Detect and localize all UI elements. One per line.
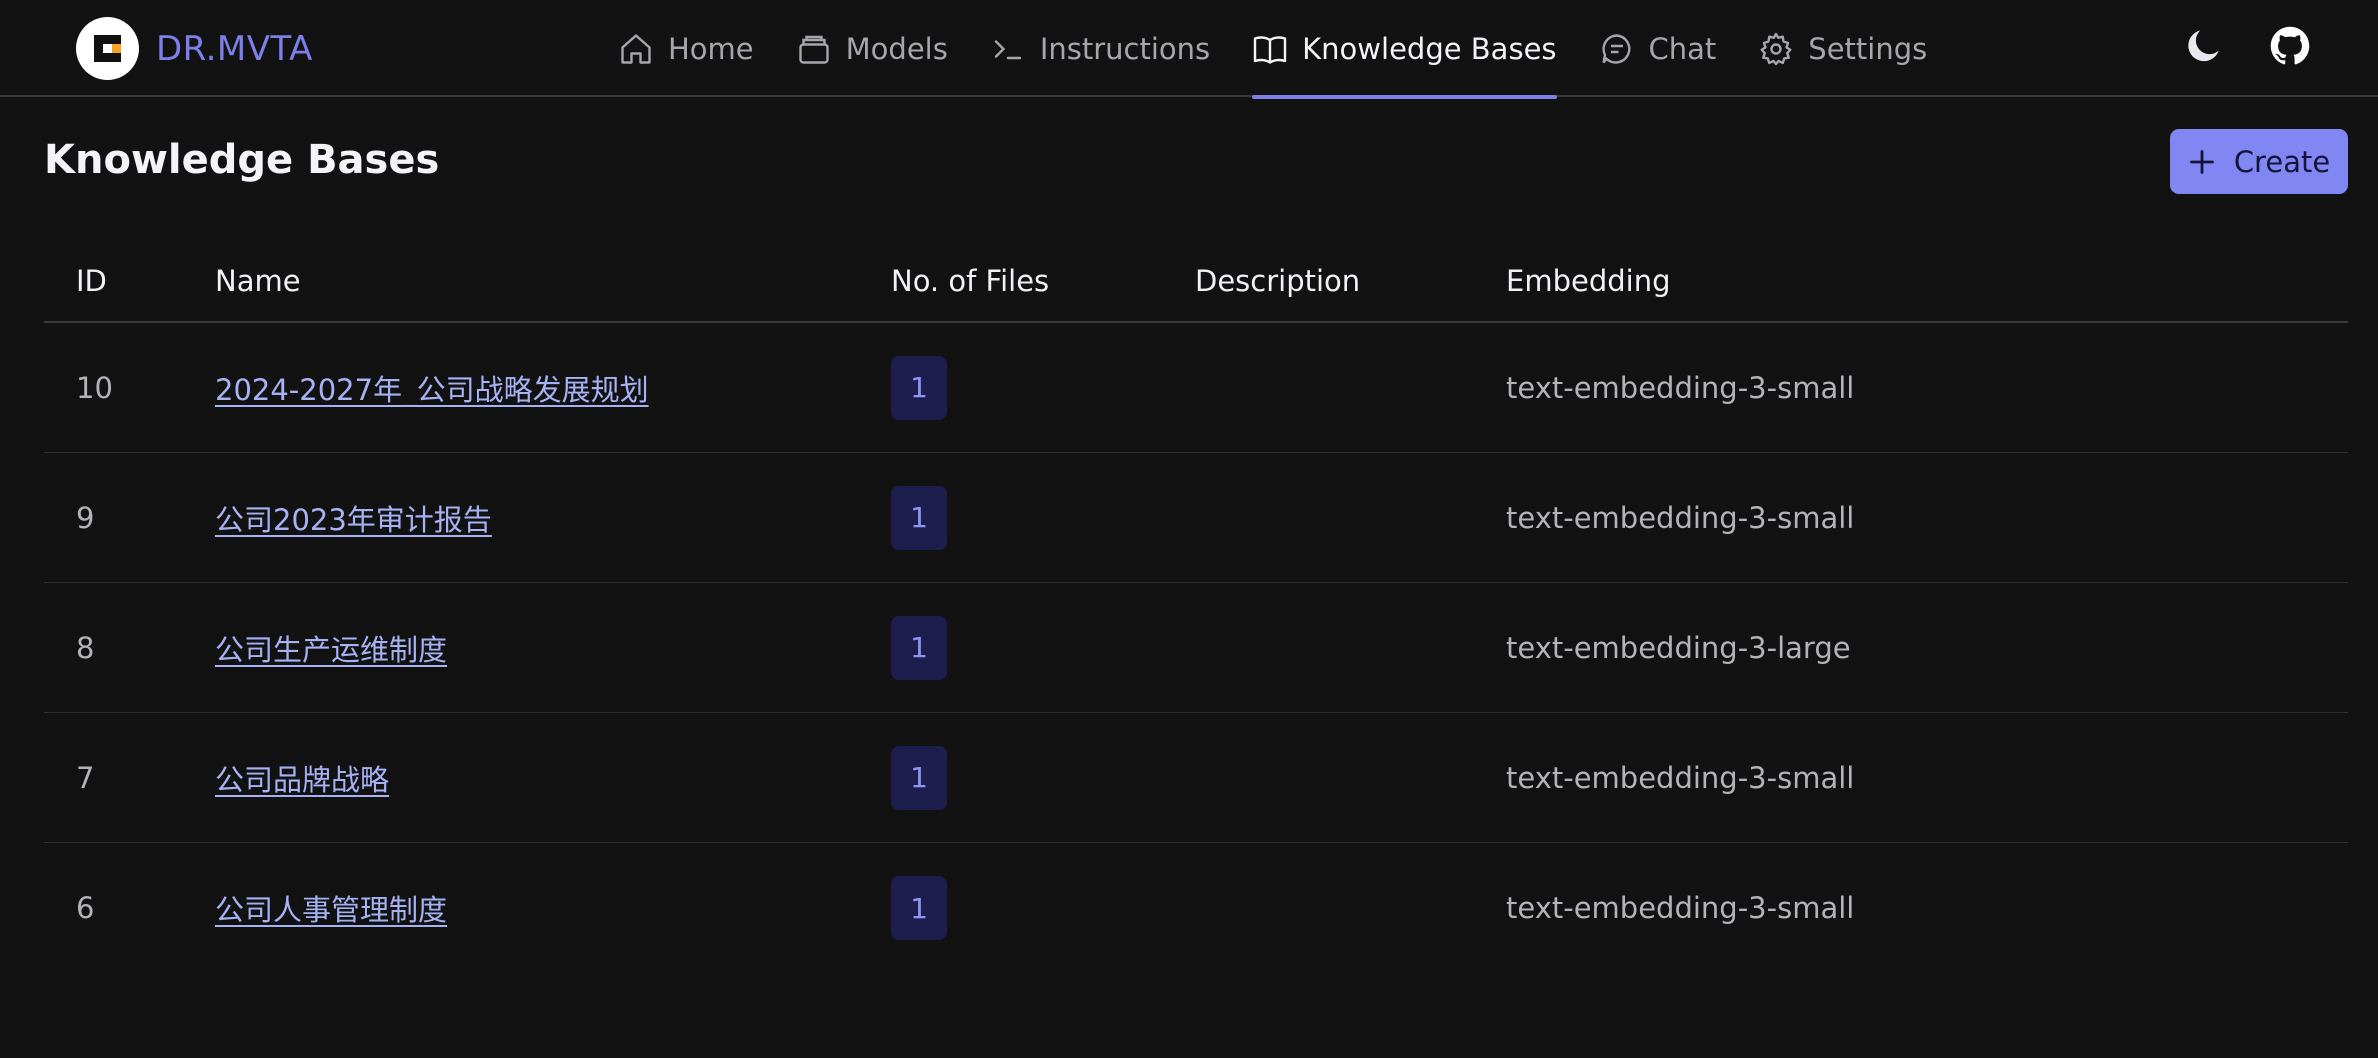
cell-id: 9: [76, 500, 95, 535]
main-nav: Home Models Instructions Knowledge Bases…: [618, 0, 1969, 99]
box-icon: [796, 31, 832, 67]
knowledge-base-link[interactable]: 2024-2027年_公司战略发展规划: [215, 367, 649, 409]
table-row: 6 公司人事管理制度 1 text-embedding-3-small: [44, 843, 2348, 973]
moon-icon[interactable]: [2182, 24, 2226, 68]
header-name: Name: [215, 263, 301, 298]
table-row: 8 公司生产运维制度 1 text-embedding-3-large: [44, 583, 2348, 713]
table-row: 7 公司品牌战略 1 text-embedding-3-small: [44, 713, 2348, 843]
nav-label-chat: Chat: [1648, 31, 1717, 66]
create-button[interactable]: Create: [2170, 129, 2348, 194]
brand[interactable]: DR.MVTA: [76, 17, 313, 80]
knowledge-base-link[interactable]: 公司品牌战略: [215, 757, 389, 799]
cell-embedding: text-embedding-3-small: [1506, 891, 1855, 925]
top-navbar: DR.MVTA Home Models Instructions Knowled…: [0, 0, 2378, 99]
nav-label-instructions: Instructions: [1039, 31, 1211, 66]
logo-icon: [76, 17, 139, 80]
header-files: No. of Files: [891, 263, 1050, 298]
cell-embedding: text-embedding-3-small: [1506, 760, 1855, 795]
header-embedding: Embedding: [1506, 263, 1671, 298]
cell-embedding: text-embedding-3-small: [1506, 500, 1855, 535]
plus-icon: [2188, 148, 2216, 176]
files-count-badge: 1: [891, 615, 947, 680]
files-count-badge: 1: [891, 745, 947, 810]
nav-item-instructions[interactable]: Instructions: [990, 0, 1210, 97]
nav-item-knowledge-bases[interactable]: Knowledge Bases: [1252, 0, 1557, 99]
knowledge-base-link[interactable]: 公司人事管理制度: [215, 887, 447, 929]
cell-id: 10: [76, 370, 113, 405]
cell-embedding: text-embedding-3-large: [1506, 630, 1851, 665]
nav-item-models[interactable]: Models: [796, 0, 948, 97]
brand-name: DR.MVTA: [156, 28, 313, 69]
nav-label-models: Models: [845, 31, 948, 66]
home-icon: [618, 31, 654, 67]
create-button-label: Create: [2233, 144, 2331, 179]
book-icon: [1252, 31, 1288, 67]
header-description: Description: [1195, 263, 1361, 298]
nav-label-knowledge-bases: Knowledge Bases: [1302, 31, 1557, 66]
nav-label-settings: Settings: [1808, 31, 1928, 66]
nav-item-settings[interactable]: Settings: [1758, 0, 1927, 97]
cell-id: 8: [76, 630, 95, 665]
gear-icon: [1758, 31, 1794, 67]
files-count-badge: 1: [891, 876, 947, 940]
header-actions: [2140, 24, 2312, 68]
knowledge-base-link[interactable]: 公司2023年审计报告: [215, 497, 492, 539]
chat-bubble-icon: [1599, 31, 1635, 67]
knowledge-base-link[interactable]: 公司生产运维制度: [215, 627, 447, 669]
nav-item-chat[interactable]: Chat: [1599, 0, 1717, 97]
page-title: Knowledge Bases: [44, 137, 440, 183]
files-count-badge: 1: [891, 485, 947, 550]
cell-embedding: text-embedding-3-small: [1506, 370, 1855, 405]
cell-id: 7: [76, 760, 95, 795]
nav-label-home: Home: [668, 31, 754, 66]
nav-item-home[interactable]: Home: [618, 0, 754, 97]
table-row: 10 2024-2027年_公司战略发展规划 1 text-embedding-…: [44, 323, 2348, 453]
cell-id: 6: [76, 891, 95, 925]
header-id: ID: [76, 263, 107, 298]
terminal-icon: [990, 31, 1026, 67]
knowledge-bases-table: ID Name No. of Files Description Embeddi…: [44, 240, 2348, 973]
table-row: 9 公司2023年审计报告 1 text-embedding-3-small: [44, 453, 2348, 583]
github-icon[interactable]: [2268, 24, 2312, 68]
files-count-badge: 1: [891, 355, 947, 420]
table-header: ID Name No. of Files Description Embeddi…: [44, 240, 2348, 323]
